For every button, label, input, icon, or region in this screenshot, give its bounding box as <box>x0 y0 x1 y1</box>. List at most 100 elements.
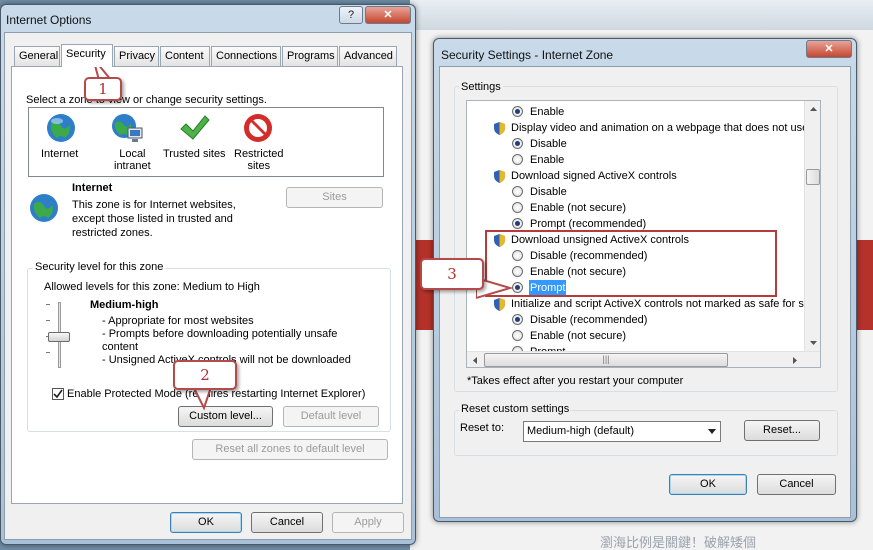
setting-option-label: Disable <box>530 138 567 150</box>
slider-tick-mid-high <box>46 320 50 321</box>
settings-label: Settings <box>459 81 503 93</box>
reset-button[interactable]: Reset... <box>744 420 820 441</box>
security-settings-ok-button[interactable]: OK <box>669 474 747 495</box>
cancel-button[interactable]: Cancel <box>251 512 323 533</box>
restricted-icon <box>244 114 272 142</box>
setting-header: Download signed ActiveX controls <box>467 168 803 184</box>
shield-icon <box>494 122 505 135</box>
globe-icon <box>30 194 58 222</box>
slider-thumb[interactable] <box>48 332 70 342</box>
radio-button[interactable] <box>512 154 523 165</box>
radio-button[interactable] <box>512 186 523 197</box>
zone-local-intranet[interactable]: Local intranet <box>100 110 156 174</box>
setting-option-label: Disable <box>530 186 567 198</box>
help-button[interactable]: ? <box>339 6 363 24</box>
security-settings-cancel-button[interactable]: Cancel <box>757 474 836 495</box>
security-settings-close-button[interactable]: ✕ <box>806 40 852 58</box>
tab-programs[interactable]: Programs <box>282 46 338 66</box>
shield-icon <box>494 170 505 183</box>
scroll-left-icon <box>473 357 477 364</box>
zone-title: Internet <box>72 182 113 194</box>
security-settings-title: Security Settings - Internet Zone <box>441 48 614 62</box>
zone-internet[interactable]: Internet <box>34 110 90 172</box>
callout-2: 2 <box>173 360 237 390</box>
reset-to-value: Medium-high (default) <box>527 425 634 437</box>
globe-icon <box>47 114 75 142</box>
reset-all-zones-button[interactable]: Reset all zones to default level <box>192 439 388 460</box>
horizontal-scrollbar[interactable]: ||| <box>467 351 820 367</box>
level-description-2: - Prompts before downloading potentially… <box>102 328 338 340</box>
radio-button[interactable] <box>512 202 523 213</box>
zone-internet-label: Internet <box>41 148 79 160</box>
setting-option[interactable]: Enable (not secure) <box>467 328 803 344</box>
protected-mode-checkbox[interactable] <box>52 388 64 400</box>
reset-to-dropdown[interactable]: Medium-high (default) <box>523 421 721 442</box>
setting-option[interactable]: Enable <box>467 152 803 168</box>
setting-option[interactable]: Enable (not secure) <box>467 200 803 216</box>
apply-button[interactable]: Apply <box>332 512 404 533</box>
setting-option-label: Enable <box>530 154 565 166</box>
setting-option[interactable]: Disable <box>467 184 803 200</box>
zone-description-line-2: except those listed in trusted and <box>72 213 233 225</box>
setting-header-label: Display video and animation on a webpage… <box>511 122 809 134</box>
setting-option-label: Enable (not secure) <box>530 202 626 214</box>
scroll-up-icon <box>810 107 817 111</box>
radio-selected[interactable] <box>512 218 523 229</box>
setting-header-label: Download signed ActiveX controls <box>511 170 677 182</box>
hscroll-thumb[interactable]: ||| <box>484 353 728 367</box>
restart-note: *Takes effect after you restart your com… <box>467 375 684 387</box>
zone-description-line-3: restricted zones. <box>72 227 153 239</box>
check-icon <box>53 389 63 399</box>
tab-general[interactable]: General <box>14 46 60 66</box>
select-zone-text: Select a zone to view or change security… <box>26 94 267 106</box>
scroll-right-icon <box>793 357 797 364</box>
window-title: Internet Options <box>6 13 92 27</box>
setting-option-label: Enable (not secure) <box>530 330 626 342</box>
tab-content[interactable]: Content <box>160 46 210 66</box>
slider-tick-top <box>46 304 50 305</box>
reset-to-label: Reset to: <box>460 422 505 434</box>
ok-button[interactable]: OK <box>170 512 242 533</box>
tab-privacy[interactable]: Privacy <box>114 46 159 66</box>
radio-button[interactable] <box>512 330 523 341</box>
reset-custom-label: Reset custom settings <box>459 403 572 415</box>
scroll-down-icon <box>810 341 817 345</box>
allowed-levels-text: Allowed levels for this zone: Medium to … <box>44 281 260 293</box>
local-intranet-icon <box>112 114 143 142</box>
setting-option-label: Disable (recommended) <box>530 314 648 326</box>
level-description-3: content <box>102 341 139 353</box>
close-button[interactable]: ✕ <box>365 6 411 24</box>
chevron-down-icon <box>708 429 716 434</box>
zone-restricted-sites-label: Restricted sites <box>234 148 284 172</box>
setting-option[interactable]: Disable <box>467 136 803 152</box>
tab-advanced[interactable]: Advanced <box>339 46 397 66</box>
setting-option[interactable]: Disable (recommended) <box>467 312 803 328</box>
background-headline: 瀏海比例是關鍵！破解矮個 <box>600 536 757 550</box>
zone-description-line-1: This zone is for Internet websites, <box>72 199 236 211</box>
tab-security[interactable]: Security <box>61 44 113 67</box>
callout-1: 1 <box>84 77 122 101</box>
setting-header: Initialize and script ActiveX controls n… <box>467 296 804 312</box>
zone-trusted-sites-label: Trusted sites <box>163 148 226 160</box>
radio-selected[interactable] <box>512 314 523 325</box>
default-level-button[interactable]: Default level <box>283 406 379 427</box>
highlight-unsigned-activex <box>485 230 777 297</box>
setting-header: Display video and animation on a webpage… <box>467 120 808 136</box>
radio-selected[interactable] <box>512 138 523 149</box>
setting-option[interactable]: Enable <box>467 104 803 120</box>
level-description-1: - Appropriate for most websites <box>102 315 254 327</box>
scroll-thumb[interactable] <box>806 169 820 185</box>
level-name: Medium-high <box>90 299 159 311</box>
security-level-slider[interactable] <box>44 300 76 370</box>
security-level-label: Security level for this zone <box>33 261 166 273</box>
radio-selected[interactable] <box>512 106 523 117</box>
zone-local-intranet-label: Local intranet <box>114 148 151 172</box>
zone-restricted-sites[interactable]: Restricted sites <box>230 110 290 174</box>
callout-3: 3 <box>420 258 484 290</box>
setting-header-label: Initialize and script ActiveX controls n… <box>511 298 804 310</box>
sites-button[interactable]: Sites <box>286 187 383 208</box>
checkmark-icon <box>180 115 210 140</box>
tab-connections[interactable]: Connections <box>211 46 281 66</box>
zone-trusted-sites[interactable]: Trusted sites <box>160 110 230 172</box>
vertical-scrollbar[interactable] <box>804 101 820 351</box>
